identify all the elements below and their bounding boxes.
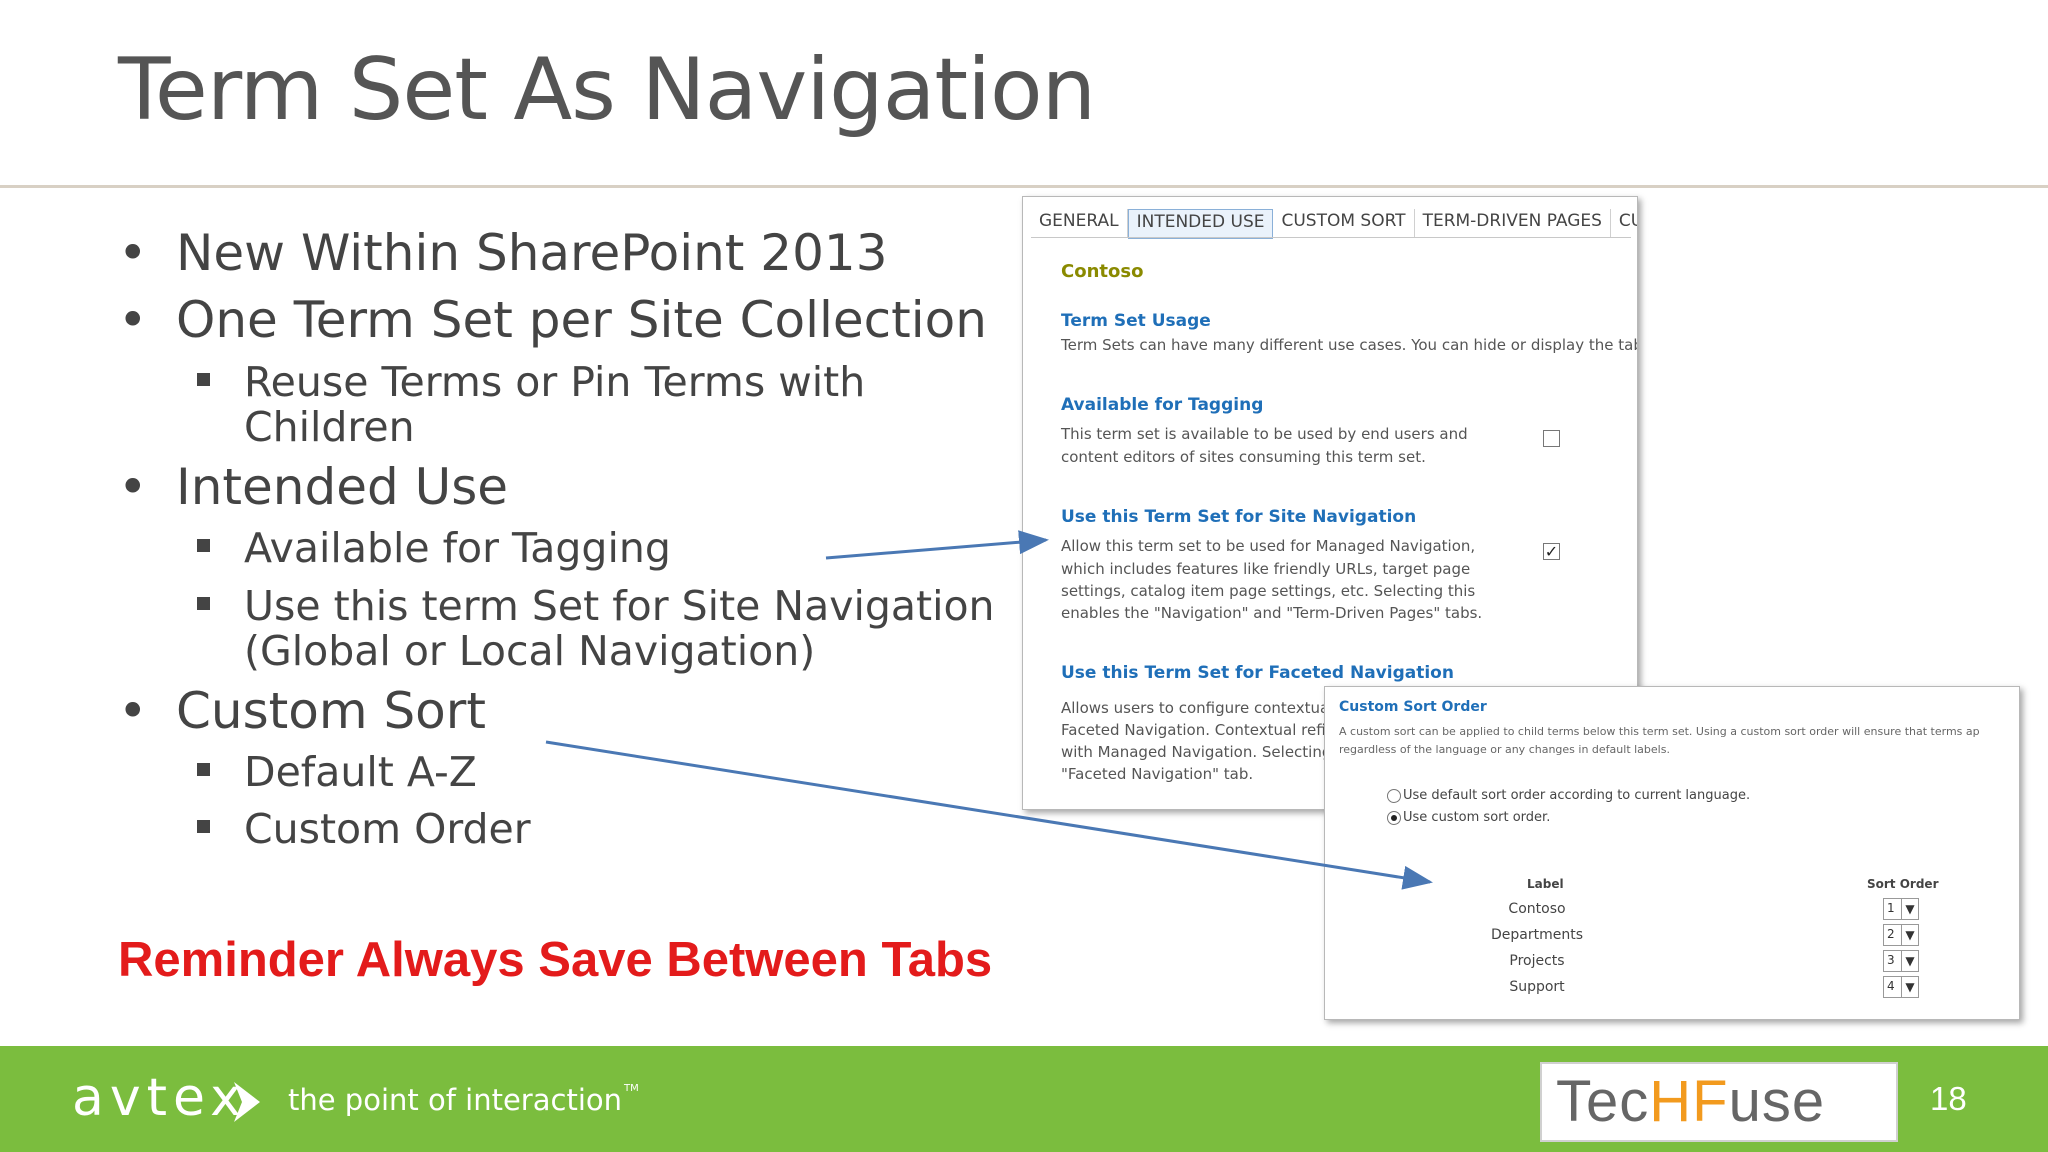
chevron-right-icon (234, 1082, 260, 1122)
sort-row-label: Support (1509, 979, 1565, 995)
sort-row-label: Projects (1509, 953, 1565, 969)
sub-bullet-item: Default A-Z (197, 749, 477, 795)
sub-bullet-continuation: Children (244, 403, 415, 451)
tab-term-driven-pages[interactable]: TERM-DRIVEN PAGES (1415, 209, 1611, 237)
bullet-item: • New Within SharePoint 2013 (118, 224, 888, 282)
sort-order-select[interactable]: 2 ▼ (1883, 924, 1919, 946)
faceted-nav-desc-line: with Managed Navigation. Selecting (1061, 743, 1332, 761)
sub-bullet-item: Custom Order (197, 806, 531, 852)
tagging-checkbox[interactable] (1543, 430, 1560, 447)
sort-order-select[interactable]: 4 ▼ (1883, 976, 1919, 998)
custom-sort-desc-line: A custom sort can be applied to child te… (1339, 725, 1980, 738)
custom-sort-label: Use custom sort order. (1403, 810, 1551, 825)
sub-bullet-item: Use this term Set for Site Navigation (197, 583, 995, 629)
custom-sort-screenshot: Custom Sort Order A custom sort can be a… (1324, 686, 2020, 1020)
custom-sort-title: Custom Sort Order (1339, 699, 1487, 715)
bullet-item: • Custom Sort (118, 682, 486, 740)
chevron-down-icon: ▼ (1901, 899, 1918, 919)
term-set-name: Contoso (1061, 261, 1144, 282)
faceted-nav-desc-line: Faceted Navigation. Contextual refi (1061, 721, 1326, 739)
sort-row-label: Departments (1490, 927, 1583, 943)
default-sort-label: Use default sort order according to curr… (1403, 788, 1751, 803)
chevron-down-icon: ▼ (1901, 951, 1918, 971)
tab-custom-sort[interactable]: CUSTOM SORT (1273, 209, 1415, 237)
term-set-usage-title: Term Set Usage (1061, 311, 1211, 331)
sub-bullet-item: Available for Tagging (197, 525, 671, 571)
bullet-list: • New Within SharePoint 2013 • One Term Se… (0, 0, 1000, 1000)
tab-divider (1031, 237, 1631, 238)
bullet-item: • One Term Set per Site Collection (118, 291, 987, 349)
faceted-nav-desc-line: "Faceted Navigation" tab. (1061, 765, 1254, 783)
tagging-desc-line: content editors of sites consuming this … (1061, 448, 1426, 466)
techfuse-logo: TecHFuse (1540, 1062, 1898, 1142)
chevron-down-icon: ▼ (1901, 977, 1918, 997)
sort-order-select[interactable]: 3 ▼ (1883, 950, 1919, 972)
sort-order-select[interactable]: 1 ▼ (1883, 898, 1919, 920)
label-column-header: Label (1527, 877, 1564, 891)
chevron-down-icon: ▼ (1901, 925, 1918, 945)
sub-bullet-item: Reuse Terms or Pin Terms with (197, 359, 865, 405)
site-nav-desc-line: settings, catalog item page settings, et… (1061, 582, 1476, 600)
custom-sort-desc-line: regardless of the language or any change… (1339, 743, 1670, 756)
site-nav-desc-line: enables the "Navigation" and "Term-Drive… (1061, 604, 1483, 622)
site-nav-desc-line: Allow this term set to be used for Manag… (1061, 537, 1476, 555)
custom-sort-radio[interactable] (1387, 811, 1401, 825)
bullet-item: • Intended Use (118, 458, 509, 516)
sub-bullet-continuation: (Global or Local Navigation) (244, 627, 816, 675)
site-nav-checkbox[interactable]: ✓ (1543, 543, 1560, 560)
sort-order-column-header: Sort Order (1867, 877, 1939, 891)
tab-custom-properties[interactable]: CUS (1611, 209, 1637, 237)
avtex-logo: avtex (72, 1068, 247, 1128)
tab-general[interactable]: GENERAL (1031, 209, 1128, 237)
settings-tab-bar: GENERAL INTENDED USE CUSTOM SORT TERM-DR… (1031, 209, 1637, 239)
default-sort-radio[interactable] (1387, 789, 1401, 803)
tagging-desc-line: This term set is available to be used by… (1061, 425, 1468, 443)
site-nav-desc-line: which includes features like friendly UR… (1061, 560, 1471, 578)
page-number: 18 (1930, 1080, 1967, 1117)
reminder-text: Reminder Always Save Between Tabs (118, 933, 993, 987)
tagline: the point of interaction TM (288, 1083, 639, 1117)
faceted-nav-title: Use this Term Set for Faceted Navigation (1061, 663, 1454, 683)
term-set-usage-desc: Term Sets can have many different use ca… (1061, 336, 1638, 354)
tagging-title: Available for Tagging (1061, 395, 1264, 415)
tab-intended-use[interactable]: INTENDED USE (1127, 209, 1274, 239)
site-nav-title: Use this Term Set for Site Navigation (1061, 507, 1417, 527)
faceted-nav-desc-line: Allows users to configure contextua (1061, 699, 1330, 717)
sort-row-label: Contoso (1508, 901, 1566, 917)
